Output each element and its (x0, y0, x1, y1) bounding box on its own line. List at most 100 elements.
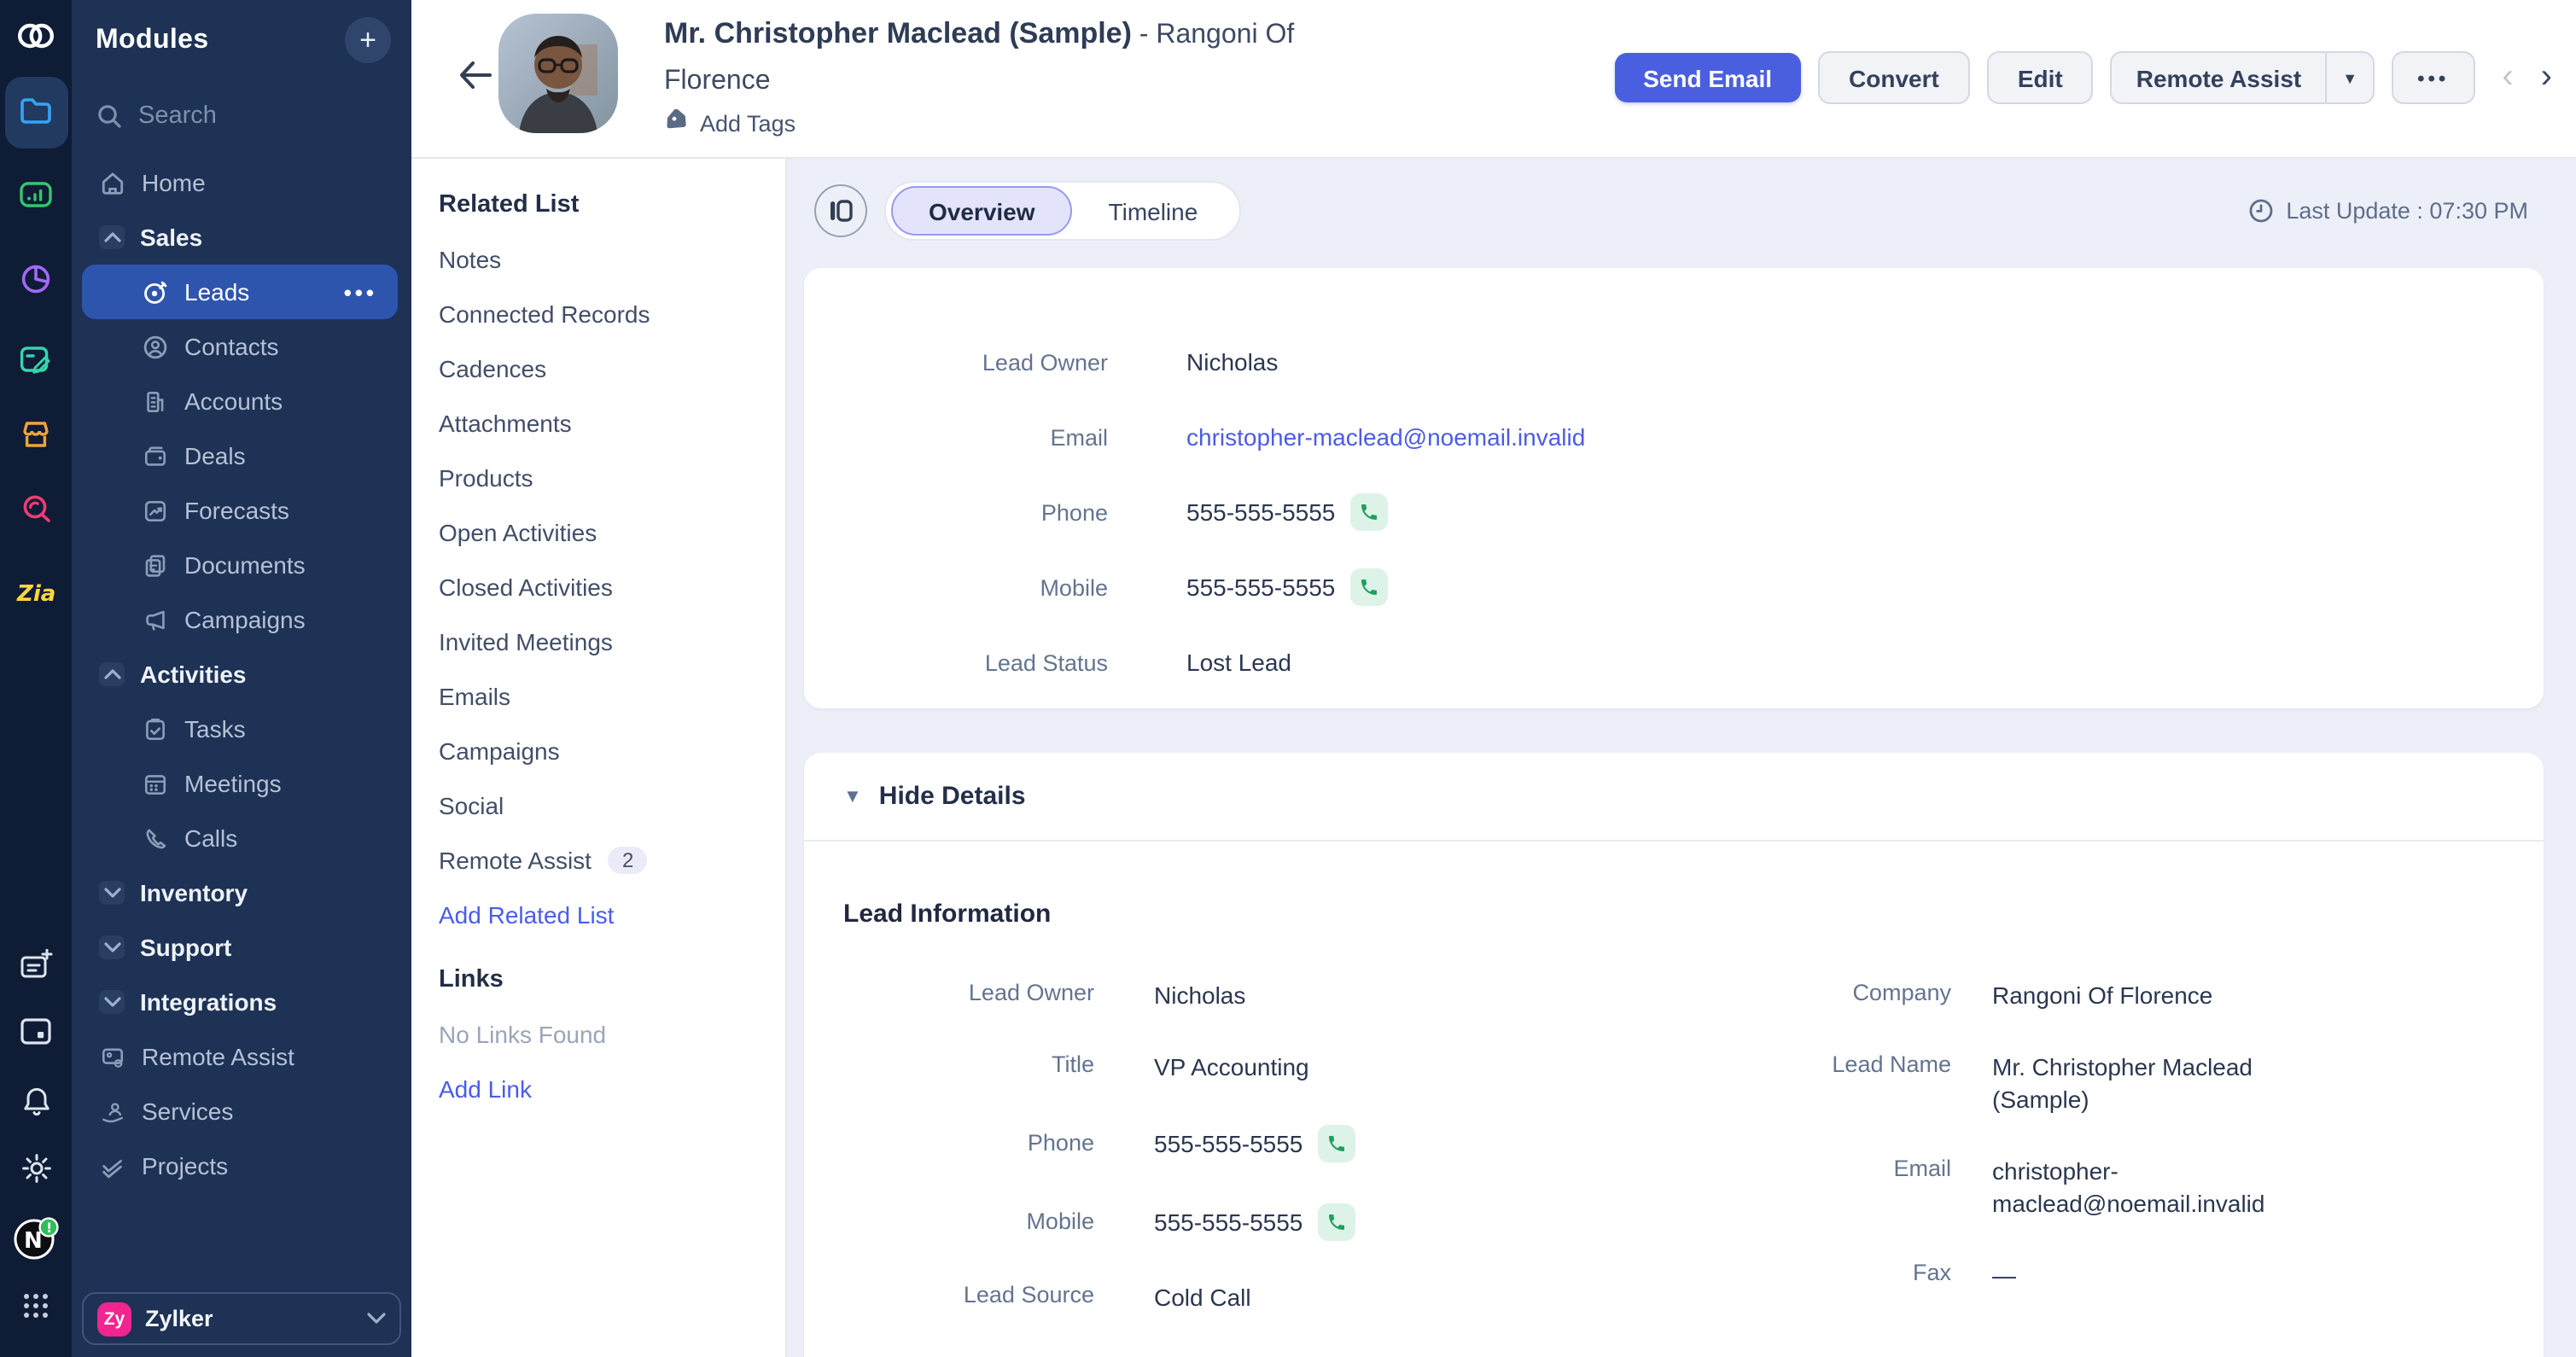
sidebar-item-home[interactable]: Home (72, 155, 411, 210)
related-item-invited-meetings[interactable]: Invited Meetings (411, 614, 785, 669)
back-arrow-icon[interactable] (456, 58, 493, 92)
field-row: Lead Name Mr. Christopher Maclead (Sampl… (1678, 1052, 2544, 1115)
compose-icon[interactable] (0, 949, 72, 981)
phone-call-button[interactable] (1318, 1203, 1355, 1241)
search-placeholder: Search (138, 102, 217, 130)
campaigns-icon (142, 605, 169, 634)
leads-more-icon[interactable]: ••• (344, 279, 377, 305)
modules-sidebar: Modules + Search Home Sales Leads ••• (72, 0, 411, 1357)
bell-icon[interactable] (0, 1086, 72, 1118)
sidebar-item-calls[interactable]: Calls (72, 811, 411, 865)
related-item-social[interactable]: Social (411, 778, 785, 833)
add-tags-button[interactable]: Add Tags (664, 109, 796, 137)
sidebar-group-activities[interactable]: Activities (72, 647, 411, 702)
apps-grid-icon[interactable] (0, 1290, 72, 1321)
sidebar-item-campaigns[interactable]: Campaigns (72, 592, 411, 647)
field-row: Phone 555-555-5555 (835, 475, 2544, 550)
sidebar-item-remote-assist[interactable]: Remote Assist (72, 1029, 411, 1084)
phone-call-button[interactable] (1350, 493, 1388, 531)
lead-information-title: Lead Information (843, 900, 2544, 929)
clock-icon (2248, 198, 2274, 224)
links-header: Links (411, 952, 785, 1007)
related-item-remote-assist[interactable]: Remote Assist 2 (411, 833, 785, 888)
pie-chart-icon[interactable] (0, 263, 72, 295)
related-list-header: Related List (411, 178, 785, 232)
sidebar-item-leads[interactable]: Leads ••• (82, 265, 398, 319)
edit-button[interactable]: Edit (1987, 51, 2094, 104)
zia-icon[interactable]: Zia (0, 579, 72, 606)
collapse-panel-button[interactable] (814, 184, 867, 237)
related-item-cadences[interactable]: Cadences (411, 341, 785, 396)
planner-icon[interactable] (0, 343, 72, 376)
field-row: Phone 555-555-5555 (838, 1125, 1678, 1162)
chevron-down-icon[interactable] (99, 990, 125, 1014)
chevron-down-icon[interactable] (99, 881, 125, 905)
remote-assist-icon (99, 1042, 126, 1071)
chevron-down-icon[interactable] (99, 935, 125, 959)
tasks-icon (142, 714, 169, 743)
lead-photo-avatar[interactable] (498, 14, 618, 133)
divider (804, 840, 2544, 842)
chevron-down-icon (367, 1313, 386, 1325)
lead-details-card: ▼ Hide Details Lead Information Lead Own… (804, 753, 2544, 1357)
convert-button[interactable]: Convert (1818, 51, 1970, 104)
prev-record-icon[interactable]: ‹ (2502, 58, 2513, 97)
email-link[interactable]: christopher-maclead@noemail.invalid (1992, 1156, 2296, 1220)
sidebar-item-projects[interactable]: Projects (72, 1139, 411, 1193)
sidebar-item-services[interactable]: Services (72, 1084, 411, 1139)
gear-icon[interactable] (0, 1152, 72, 1185)
page-title: Mr. Christopher Maclead (Sample) - Rango… (664, 12, 1338, 103)
related-item-campaigns[interactable]: Campaigns (411, 724, 785, 778)
related-item-products[interactable]: Products (411, 451, 785, 505)
sidebar-item-meetings[interactable]: Meetings (72, 756, 411, 811)
add-related-list-link[interactable]: Add Related List (411, 888, 785, 942)
related-item-closed-activities[interactable]: Closed Activities (411, 560, 785, 614)
calendar-icon[interactable] (0, 1016, 72, 1046)
field-row: Lead Owner Nicholas (835, 324, 2544, 399)
sidebar-item-contacts[interactable]: Contacts (72, 319, 411, 374)
sidebar-group-sales[interactable]: Sales (72, 210, 411, 265)
phone-call-button[interactable] (1318, 1125, 1355, 1162)
meetings-icon (142, 769, 169, 798)
field-row: Company Rangoni Of Florence (1678, 980, 2544, 1011)
sidebar-search[interactable]: Search (72, 94, 411, 138)
workspace-badge: Zy (97, 1302, 131, 1336)
next-record-icon[interactable]: › (2541, 58, 2552, 97)
dropdown-caret-icon[interactable]: ▼ (2325, 53, 2373, 102)
workspace-switcher[interactable]: Zy Zylker (82, 1292, 401, 1345)
sidebar-group-integrations[interactable]: Integrations (72, 975, 411, 1029)
folder-icon[interactable] (0, 96, 72, 126)
view-tabs: Overview Timeline (884, 181, 1240, 241)
related-item-attachments[interactable]: Attachments (411, 396, 785, 451)
tab-timeline[interactable]: Timeline (1073, 186, 1234, 236)
remote-assist-button[interactable]: Remote Assist ▼ (2111, 51, 2375, 104)
insights-icon[interactable] (0, 493, 72, 526)
sidebar-group-support[interactable]: Support (72, 920, 411, 975)
analytics-icon[interactable] (0, 179, 72, 210)
add-link-link[interactable]: Add Link (411, 1062, 785, 1116)
send-email-button[interactable]: Send Email (1614, 53, 1801, 102)
chevron-up-icon[interactable] (99, 225, 125, 249)
phone-call-button[interactable] (1350, 568, 1388, 606)
related-item-open-activities[interactable]: Open Activities (411, 505, 785, 560)
tab-overview[interactable]: Overview (891, 186, 1073, 236)
no-links-found-text: No Links Found (411, 1007, 785, 1062)
sidebar-item-tasks[interactable]: Tasks (72, 702, 411, 756)
sidebar-item-deals[interactable]: Deals (72, 428, 411, 483)
sidebar-item-forecasts[interactable]: Forecasts (72, 483, 411, 538)
more-actions-button[interactable]: ••• (2392, 51, 2474, 104)
user-avatar[interactable]: N! (0, 1215, 72, 1263)
related-item-connected-records[interactable]: Connected Records (411, 287, 785, 341)
add-module-button[interactable]: + (345, 17, 391, 63)
search-icon (96, 102, 123, 130)
chevron-up-icon[interactable] (99, 662, 125, 686)
hide-details-toggle[interactable]: ▼ Hide Details (804, 753, 2544, 840)
crm-logo-icon[interactable] (0, 17, 72, 55)
sidebar-item-documents[interactable]: Documents (72, 538, 411, 592)
related-item-emails[interactable]: Emails (411, 669, 785, 724)
related-item-notes[interactable]: Notes (411, 232, 785, 287)
sidebar-item-accounts[interactable]: Accounts (72, 374, 411, 428)
marketplace-icon[interactable] (0, 418, 72, 451)
email-link[interactable]: christopher-maclead@noemail.invalid (1186, 423, 1585, 451)
sidebar-group-inventory[interactable]: Inventory (72, 865, 411, 920)
